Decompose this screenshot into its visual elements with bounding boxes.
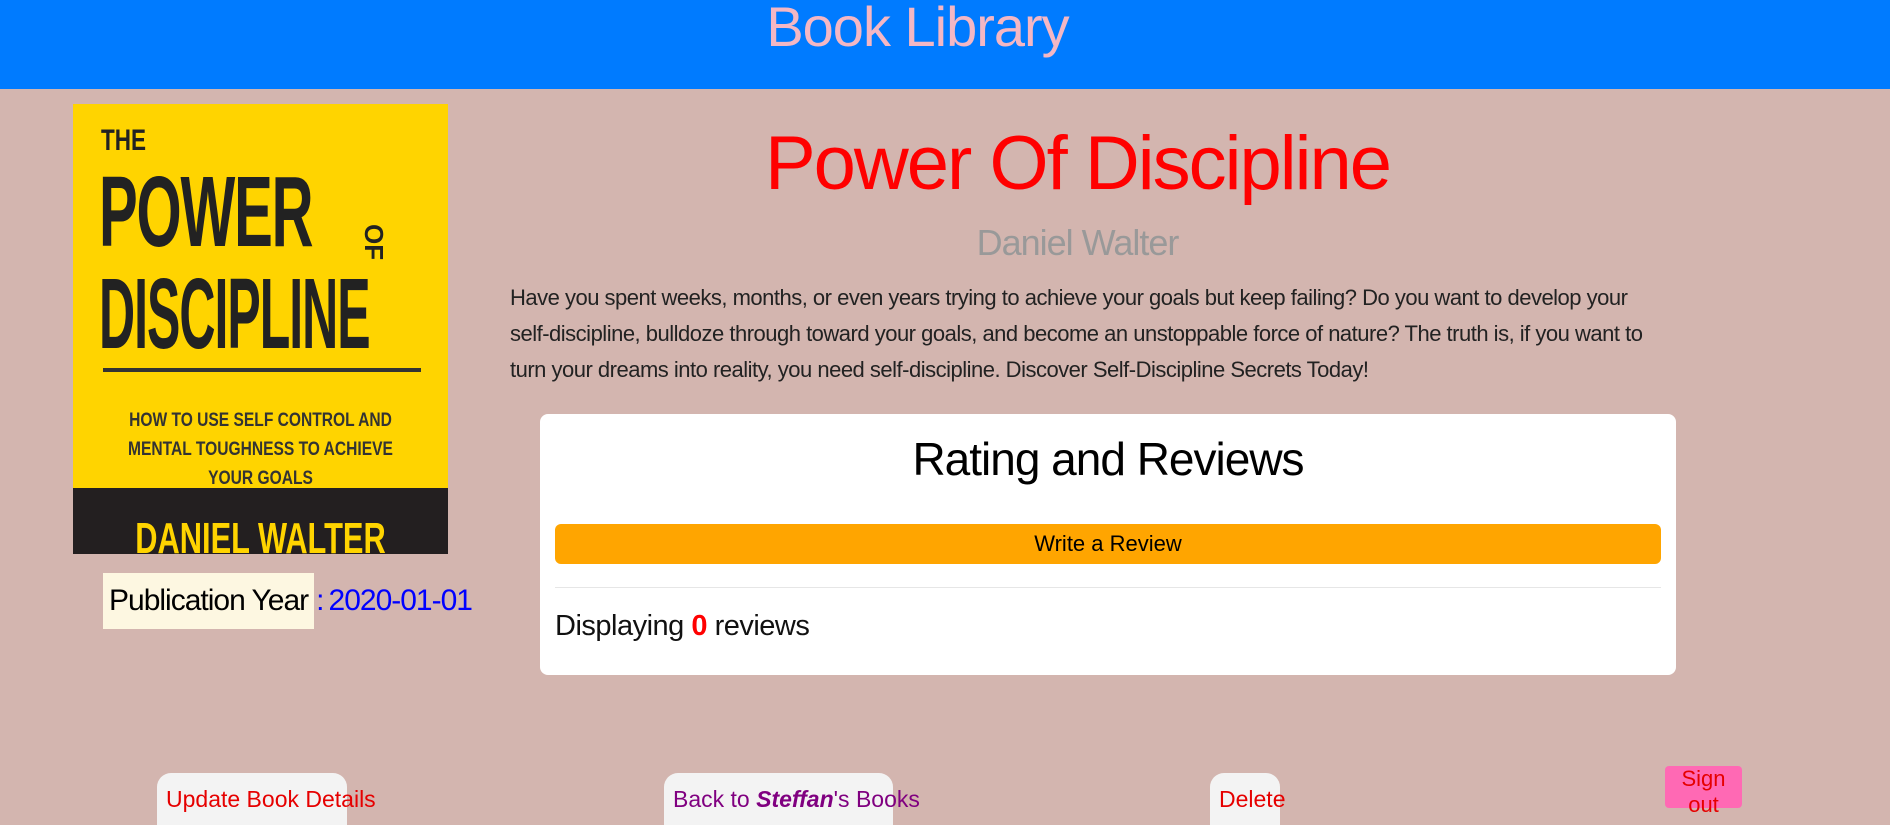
reviews-divider xyxy=(555,587,1661,588)
cover-text-discipline: DISCIPLINE xyxy=(99,258,371,370)
reviews-count-text: Displaying 0 reviews xyxy=(555,610,810,643)
book-title: Power Of Discipline xyxy=(764,121,1392,206)
update-book-button[interactable]: Update Book Details xyxy=(157,773,376,825)
cover-author: DANIEL WALTER xyxy=(135,514,386,554)
reviews-card: Rating and Reviews Write a Review Displa… xyxy=(540,414,1676,675)
delete-book-button[interactable]: Delete xyxy=(1210,773,1285,825)
back-to-books-button[interactable]: Back to Steffan's Books xyxy=(664,773,920,825)
reviews-count-suffix: reviews xyxy=(714,610,810,642)
book-cover-image: THE POWER OF DISCIPLINE HOW TO USE SELF … xyxy=(73,104,448,554)
book-description: Have you spent weeks, months, or even ye… xyxy=(510,285,1643,382)
reviews-count: 0 xyxy=(691,610,707,642)
cover-text-power: POWER xyxy=(99,156,313,268)
cover-subtitle: HOW TO USE SELF CONTROL AND MENTAL TOUGH… xyxy=(128,410,393,489)
publication-year: Publication Year : 2020-01-01 xyxy=(103,573,473,629)
back-prefix: Back to xyxy=(673,785,757,812)
back-suffix: 's Books xyxy=(833,785,920,812)
cover-rule xyxy=(103,368,421,372)
book-author: Daniel Walter xyxy=(976,222,1180,263)
write-review-button[interactable]: Write a Review xyxy=(555,524,1661,564)
cover-text-the: THE xyxy=(101,124,146,157)
publication-year-value: 2020-01-01 xyxy=(328,584,473,617)
reviews-count-prefix: Displaying xyxy=(555,610,684,642)
reviews-title: Rating and Reviews xyxy=(912,433,1304,485)
back-user-name: Steffan xyxy=(756,785,834,812)
sign-out-button[interactable]: Sign out xyxy=(1665,766,1742,817)
publication-year-label: Publication Year xyxy=(103,573,315,629)
cover-text-of: OF xyxy=(359,224,389,261)
app-header: Book Library xyxy=(0,0,1890,89)
app-title: Book Library xyxy=(766,0,1069,58)
publication-year-separator: : xyxy=(316,584,325,617)
